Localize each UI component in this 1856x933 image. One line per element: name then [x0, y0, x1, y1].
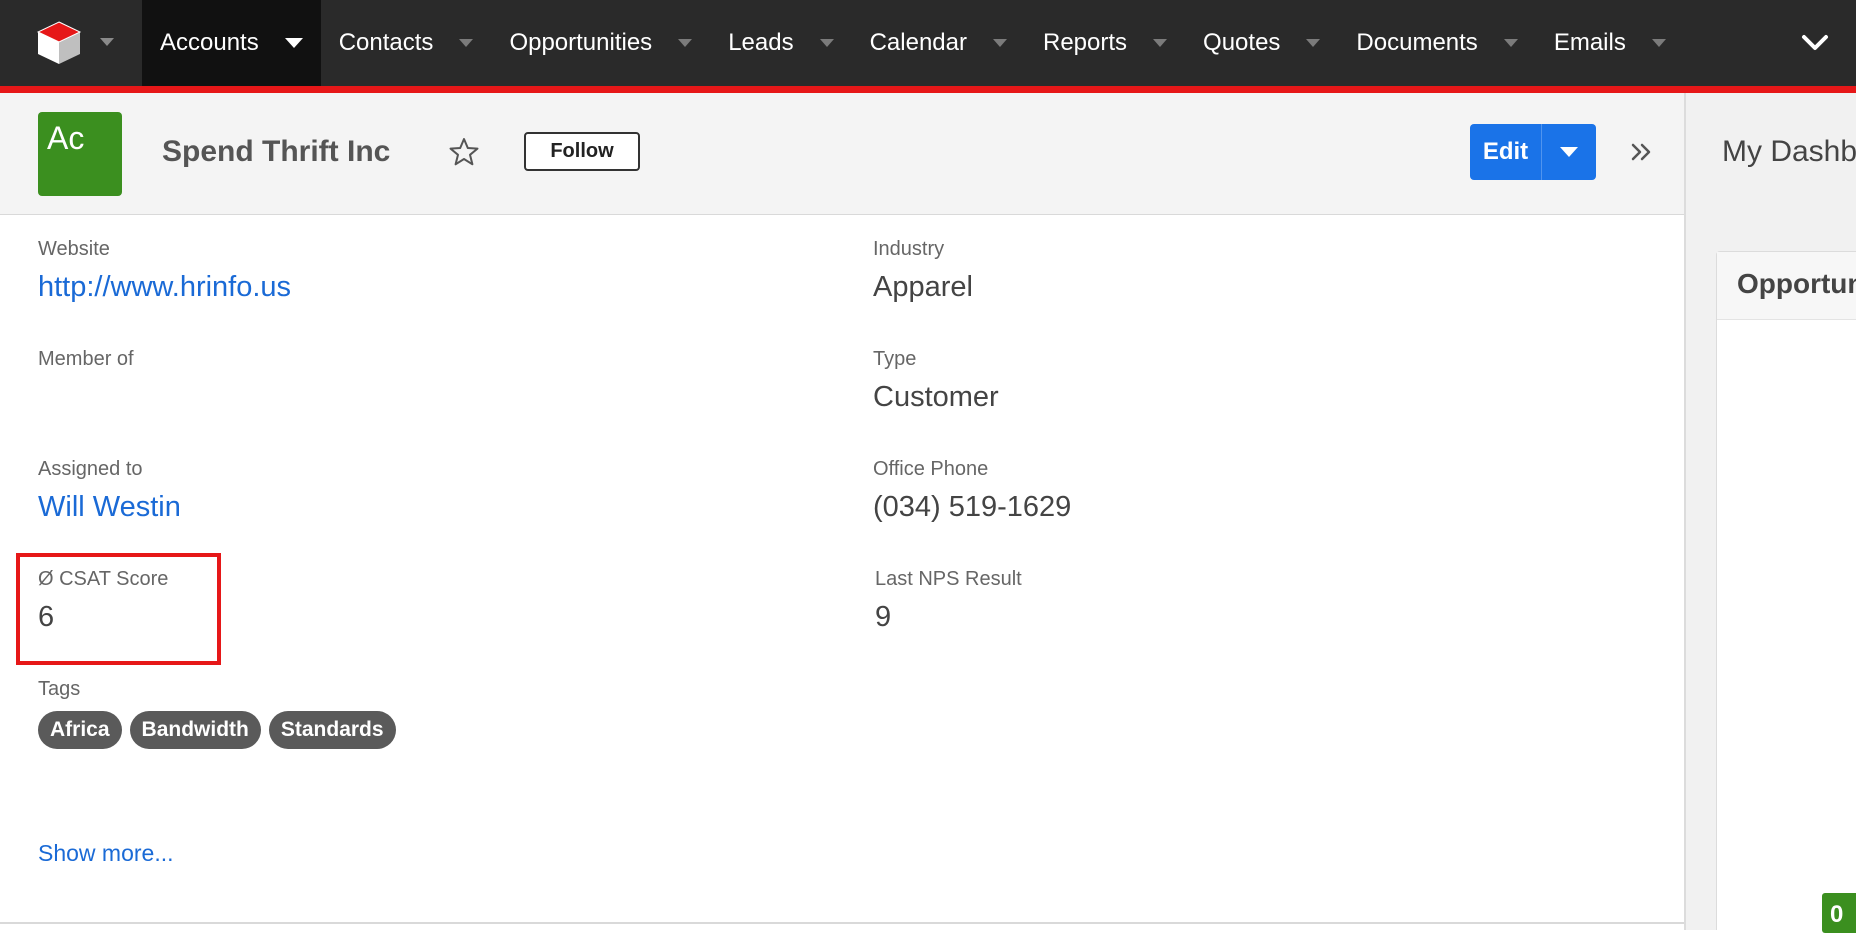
tag-pill[interactable]: Standards	[268, 711, 396, 749]
field-label: Member of	[38, 348, 134, 370]
field-label: Website	[38, 238, 110, 260]
field-label: Industry	[873, 238, 945, 260]
field-value[interactable]: 9	[875, 601, 1022, 637]
app-logo-menu[interactable]	[0, 0, 142, 86]
field-label: Last NPS Result	[875, 568, 1022, 590]
assigned-user-link[interactable]: Will Westin	[38, 491, 181, 527]
field-tags: Tags Africa Bandwidth Standards	[38, 678, 396, 749]
nav-tab-contacts[interactable]: Contacts	[321, 0, 492, 86]
nav-tab-reports[interactable]: Reports	[1025, 0, 1185, 86]
nav-tab-accounts[interactable]: Accounts	[142, 0, 321, 86]
tag-pill[interactable]: Bandwidth	[129, 711, 261, 749]
follow-button[interactable]: Follow	[524, 132, 640, 171]
record-header: Ac Spend Thrift Inc Follow Edit	[0, 93, 1684, 215]
csat-highlight-box	[16, 553, 221, 665]
chevron-down-icon	[100, 38, 114, 46]
edit-actions-dropdown[interactable]	[1542, 124, 1596, 180]
nav-tab-label: Contacts	[338, 29, 434, 56]
nav-tab-label: Documents	[1356, 29, 1478, 56]
double-chevron-right-icon[interactable]	[1628, 137, 1656, 167]
field-label: Tags	[38, 678, 81, 700]
nav-tab-label: Calendar	[869, 29, 967, 56]
chevron-down-icon	[1802, 35, 1828, 50]
field-label: Assigned to	[38, 458, 143, 480]
tag-list: Africa Bandwidth Standards	[38, 711, 396, 749]
caret-down-icon[interactable]	[1503, 39, 1518, 47]
website-link[interactable]: http://www.hrinfo.us	[38, 271, 291, 307]
field-website: Website http://www.hrinfo.us	[38, 238, 291, 307]
nav-tab-label: Accounts	[160, 29, 259, 56]
record-title: Spend Thrift Inc	[162, 135, 391, 168]
favorite-star-icon[interactable]	[448, 136, 480, 168]
tag-pill[interactable]: Africa	[38, 711, 122, 749]
field-value[interactable]: Customer	[873, 381, 999, 417]
field-last-nps-result: Last NPS Result 9	[875, 568, 1022, 637]
edit-button-group: Edit	[1470, 124, 1596, 180]
field-value[interactable]: (034) 519-1629	[873, 491, 1071, 527]
show-more-link[interactable]: Show more...	[38, 840, 174, 867]
nav-tab-label: Emails	[1553, 29, 1626, 56]
account-avatar: Ac	[38, 112, 122, 196]
nav-tab-label: Reports	[1042, 29, 1128, 56]
caret-down-icon[interactable]	[1153, 39, 1168, 47]
dashlet-card: Opportun	[1716, 251, 1856, 930]
field-label: Office Phone	[873, 458, 989, 480]
cube-logo-icon	[36, 21, 82, 64]
field-office-phone: Office Phone (034) 519-1629	[873, 458, 1071, 527]
dashlet-badge[interactable]: 0	[1822, 893, 1856, 933]
caret-down-icon[interactable]	[284, 38, 303, 48]
caret-down-icon[interactable]	[678, 39, 693, 47]
dashboard-pane: My Dashb Opportun	[1686, 93, 1856, 930]
nav-tab-documents[interactable]: Documents	[1338, 0, 1535, 86]
caret-down-icon[interactable]	[1651, 39, 1666, 47]
nav-tab-leads[interactable]: Leads	[710, 0, 851, 86]
nav-tab-calendar[interactable]: Calendar	[852, 0, 1025, 86]
caret-down-icon[interactable]	[992, 39, 1007, 47]
caret-down-icon[interactable]	[459, 39, 474, 47]
accent-bar	[0, 86, 1856, 93]
edit-button[interactable]: Edit	[1470, 124, 1542, 180]
section-divider	[0, 922, 1684, 924]
field-assigned-to: Assigned to Will Westin	[38, 458, 181, 527]
field-type: Type Customer	[873, 348, 999, 417]
dashlet-title[interactable]: Opportun	[1717, 252, 1856, 320]
field-industry: Industry Apparel	[873, 238, 973, 307]
more-modules-button[interactable]	[1790, 25, 1840, 61]
nav-tab-label: Leads	[728, 29, 794, 56]
caret-down-icon[interactable]	[1306, 39, 1321, 47]
nav-tab-quotes[interactable]: Quotes	[1185, 0, 1338, 86]
top-navigation-bar: Accounts Contacts Opportunities Leads Ca…	[0, 0, 1856, 93]
field-label: Type	[873, 348, 917, 370]
field-member-of: Member of	[38, 348, 134, 417]
module-tabs: Accounts Contacts Opportunities Leads Ca…	[142, 0, 1684, 86]
caret-down-icon	[1560, 147, 1578, 157]
nav-tab-emails[interactable]: Emails	[1536, 0, 1684, 86]
nav-tab-label: Quotes	[1203, 29, 1281, 56]
field-value[interactable]: Apparel	[873, 271, 973, 307]
nav-tab-opportunities[interactable]: Opportunities	[491, 0, 710, 86]
field-value[interactable]	[38, 381, 134, 417]
dashboard-title[interactable]: My Dashb	[1722, 135, 1856, 169]
nav-tab-label: Opportunities	[509, 29, 653, 56]
caret-down-icon[interactable]	[819, 39, 834, 47]
